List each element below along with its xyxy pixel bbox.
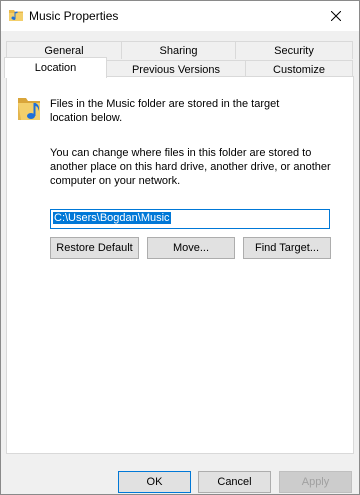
- restore-default-button[interactable]: Restore Default: [50, 237, 139, 259]
- close-button[interactable]: [313, 1, 359, 31]
- tab-sharing[interactable]: Sharing: [121, 41, 236, 59]
- find-target-button[interactable]: Find Target...: [243, 237, 331, 259]
- tab-security[interactable]: Security: [235, 41, 353, 59]
- location-help-text: You can change where files in this folde…: [50, 147, 331, 187]
- location-panel: [6, 76, 354, 454]
- window-title: Music Properties: [29, 9, 119, 23]
- ok-button[interactable]: OK: [118, 471, 191, 493]
- location-description: Files in the Music folder are stored in …: [50, 98, 280, 124]
- apply-button[interactable]: Apply: [279, 471, 352, 493]
- target-path-value: C:\Users\Bogdan\Music: [53, 212, 171, 224]
- cancel-button[interactable]: Cancel: [198, 471, 271, 493]
- music-folder-icon: [16, 94, 44, 122]
- properties-window: Music Properties General Sharing Securit…: [0, 0, 360, 495]
- target-path-field[interactable]: C:\Users\Bogdan\Music: [50, 209, 330, 229]
- title-bar: Music Properties: [1, 1, 359, 31]
- music-folder-icon: [9, 9, 23, 21]
- close-icon: [331, 11, 341, 21]
- tab-location[interactable]: Location: [4, 57, 107, 78]
- move-button[interactable]: Move...: [147, 237, 235, 259]
